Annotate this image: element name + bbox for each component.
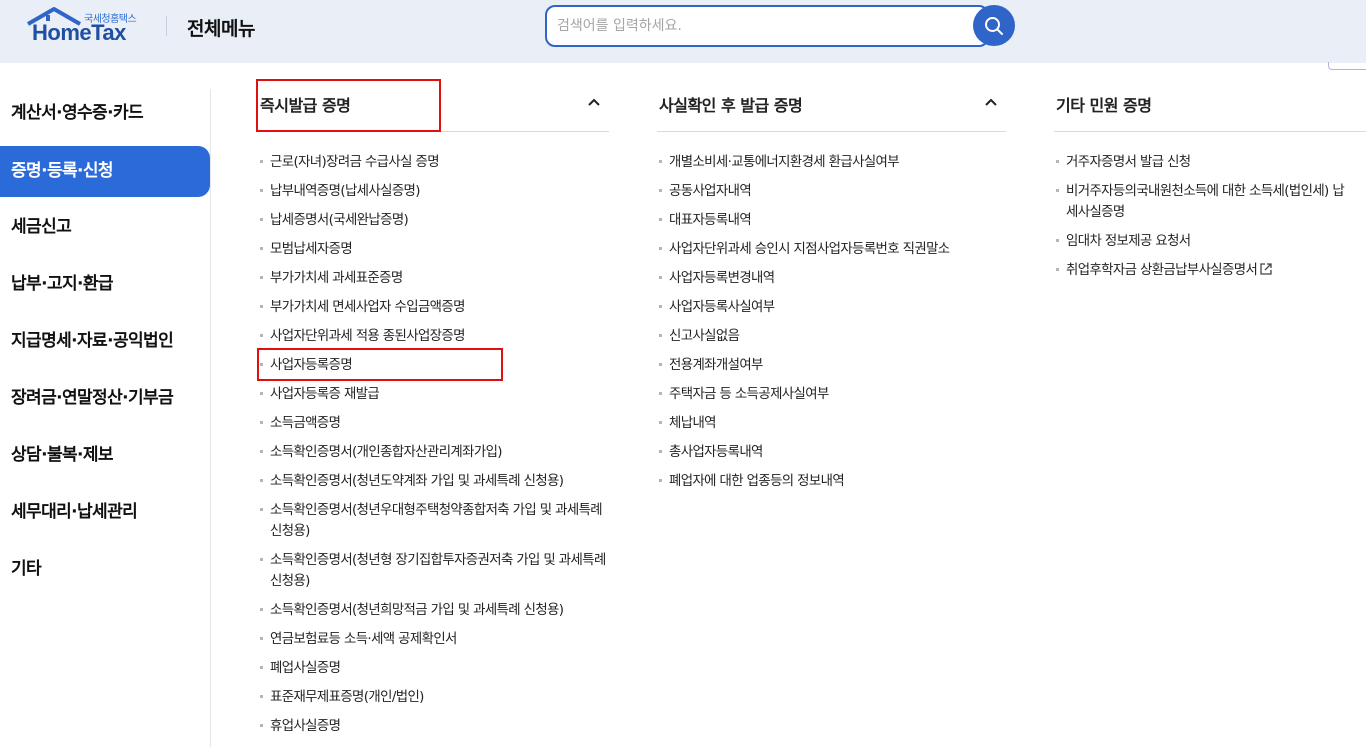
list-item[interactable]: 사업자등록증 재발급 [258,384,609,405]
sidebar-divider [210,89,211,747]
menu-list: 거주자증명서 발급 신청 비거주자등의국내원천소득에 대한 소득세(법인세) 납… [1054,152,1354,289]
list-item[interactable]: 근로(자녀)장려금 수급사실 증명 [258,152,609,173]
sidebar-item-consultation[interactable]: 상담·불복·제보 [0,430,210,481]
list-item[interactable]: 총사업자등록내역 [657,442,1006,463]
list-item[interactable]: 신고사실없음 [657,326,1006,347]
list-item[interactable]: 소득확인증명서(청년형 장기집합투자증권저축 가입 및 과세특례 신청용) [258,550,609,592]
list-item[interactable]: 납부내역증명(납세사실증명) [258,181,609,202]
column-header[interactable]: 사실확인 후 발급 증명 [657,82,1006,132]
list-item[interactable]: 소득확인증명서(청년우대형주택청약종합저축 가입 및 과세특례 신청용) [258,500,609,542]
sidebar-item-tax-agent[interactable]: 세무대리·납세관리 [0,487,210,538]
list-item[interactable]: 개별소비세·교통에너지환경세 환급사실여부 [657,152,1006,173]
chevron-up-icon[interactable] [983,94,999,110]
search-input[interactable] [557,13,957,39]
column-title: 사실확인 후 발급 증명 [659,96,803,115]
list-item[interactable]: 소득확인증명서(개인종합자산관리계좌가입) [258,442,609,463]
list-item-external[interactable]: 취업후학자금 상환금납부사실증명서 [1054,260,1354,281]
list-item[interactable]: 표준재무제표증명(개인/법인) [258,687,609,708]
list-item[interactable]: 사업자등록변경내역 [657,268,1006,289]
menu-list: 근로(자녀)장려금 수급사실 증명 납부내역증명(납세사실증명) 납세증명서(국… [258,152,609,745]
logo-text: HomeTax [32,20,126,45]
sidebar-item-payment[interactable]: 납부·고지·환급 [0,259,210,310]
list-item[interactable]: 주택자금 등 소득공제사실여부 [657,384,1006,405]
list-item-label: 취업후학자금 상환금납부사실증명서 [1066,263,1258,278]
list-item[interactable]: 부가가치세 과세표준증명 [258,268,609,289]
list-item[interactable]: 소득확인증명서(청년희망적금 가입 및 과세특례 신청용) [258,600,609,621]
list-item[interactable]: 대표자등록내역 [657,210,1006,231]
sidebar-item-incentives[interactable]: 장려금·연말정산·기부금 [0,373,210,424]
external-link-icon [1260,263,1272,275]
hometax-logo[interactable]: 국세청홈택스 HomeTax [26,6,146,46]
sidebar-item-tax-filing[interactable]: 세금신고 [0,202,210,253]
search-box [545,5,989,47]
list-item[interactable]: 납세증명서(국세완납증명) [258,210,609,231]
list-item[interactable]: 전용계좌개설여부 [657,355,1006,376]
list-item[interactable]: 휴업사실증명 [258,716,609,737]
highlight-box-column-title [256,79,441,132]
list-item[interactable]: 공동사업자내역 [657,181,1006,202]
header-divider [166,16,167,36]
list-item[interactable]: 소득확인증명서(청년도약계좌 가입 및 과세특례 신청용) [258,471,609,492]
scroll-top-tab [1328,62,1366,70]
list-item[interactable]: 사업자단위과세 적용 종된사업장증명 [258,326,609,347]
list-item[interactable]: 소득금액증명 [258,413,609,434]
column-title: 기타 민원 증명 [1056,96,1152,115]
chevron-up-icon[interactable] [586,94,602,110]
list-item[interactable]: 거주자증명서 발급 신청 [1054,152,1354,173]
list-item[interactable]: 폐업사실증명 [258,658,609,679]
column-header[interactable]: 기타 민원 증명 [1054,82,1366,132]
sidebar-item-etc[interactable]: 기타 [0,544,210,595]
sidebar-item-statements[interactable]: 지급명세·자료·공익법인 [0,316,210,367]
list-item[interactable]: 폐업자에 대한 업종등의 정보내역 [657,471,1006,492]
search-icon [985,16,1003,35]
search-button[interactable] [973,5,1015,46]
list-item[interactable]: 모범납세자증명 [258,239,609,260]
list-item[interactable]: 사업자등록사실여부 [657,297,1006,318]
header: 국세청홈택스 HomeTax 전체메뉴 [0,0,1366,63]
list-item[interactable]: 사업자단위과세 승인시 지점사업자등록번호 직권말소 [657,239,1006,260]
sidebar-item-certificates[interactable]: 증명·등록·신청 [0,146,210,197]
page-title: 전체메뉴 [187,18,255,40]
list-item[interactable]: 임대차 정보제공 요청서 [1054,231,1354,252]
menu-list: 개별소비세·교통에너지환경세 환급사실여부 공동사업자내역 대표자등록내역 사업… [657,152,1006,500]
list-item[interactable]: 체납내역 [657,413,1006,434]
sidebar-item-receipts[interactable]: 계산서·영수증·카드 [0,88,210,139]
list-item[interactable]: 비거주자등의국내원천소득에 대한 소득세(법인세) 납세사실증명 [1054,181,1354,223]
highlight-box-business-registration [257,348,503,381]
list-item[interactable]: 연금보험료등 소득·세액 공제확인서 [258,629,609,650]
list-item[interactable]: 부가가치세 면세사업자 수입금액증명 [258,297,609,318]
